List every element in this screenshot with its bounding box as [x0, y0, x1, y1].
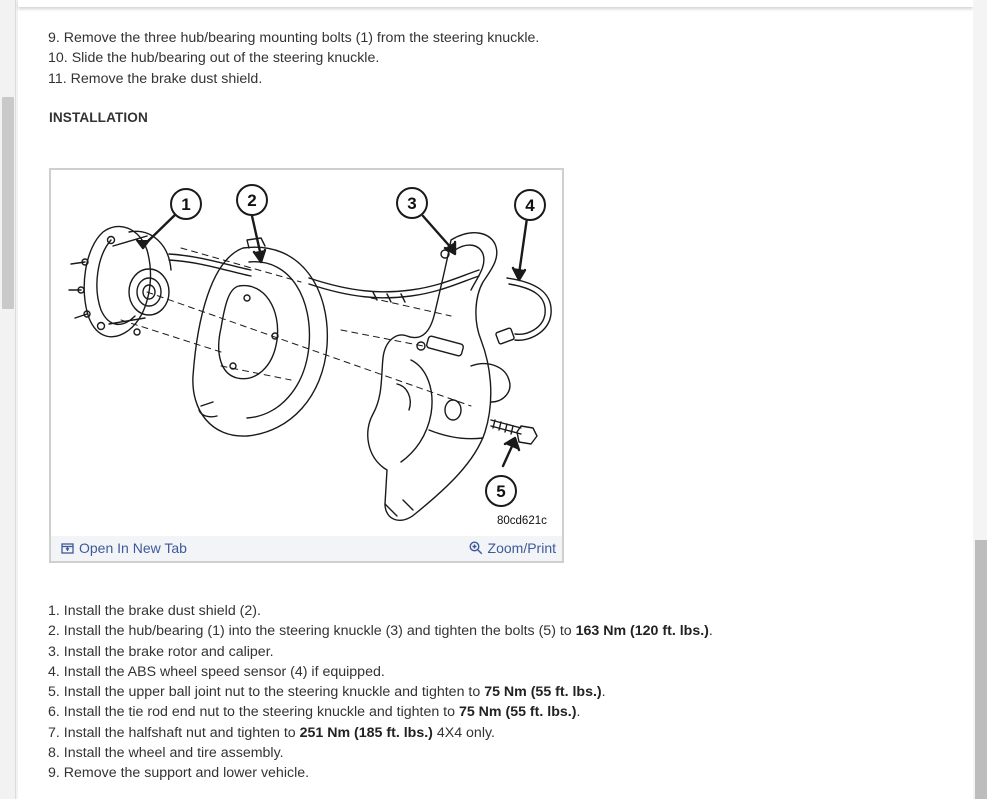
list-item: 2. Install the hub/bearing (1) into the … [48, 623, 713, 640]
removal-steps-list: 9. Remove the three hub/bearing mounting… [48, 28, 539, 89]
list-item: 11. Remove the brake dust shield. [48, 70, 263, 87]
list-item: 6. Install the tie rod end nut to the st… [48, 704, 581, 721]
list-item: 7. Install the halfshaft nut and tighten… [48, 724, 495, 741]
svg-text:3: 3 [407, 194, 416, 213]
installation-heading: INSTALLATION [49, 110, 148, 125]
open-in-new-tab-icon [61, 542, 74, 554]
list-item: 9. Remove the support and lower vehicle. [48, 765, 310, 782]
installation-steps-list: 1. Install the brake dust shield (2). 2.… [48, 601, 713, 784]
zoom-print-label: Zoom/Print [487, 540, 556, 556]
alignment-lines [120, 247, 472, 407]
installation-figure: 1 2 3 4 5 80cd621c Open In New Tab Zoom/… [49, 168, 564, 563]
list-item: 1. Install the brake dust shield (2). [48, 603, 261, 619]
list-item: 3. Install the brake rotor and caliper. [48, 643, 274, 660]
dust-shield-drawing [192, 237, 329, 437]
zoom-in-icon [469, 541, 482, 555]
svg-text:4: 4 [525, 196, 535, 215]
list-item: 4. Install the ABS wheel speed sensor (4… [48, 663, 385, 680]
top-bar [18, 0, 973, 7]
svg-text:1: 1 [181, 195, 190, 214]
figure-footer: Open In New Tab Zoom/Print [51, 536, 562, 561]
right-scrollbar-thumb[interactable] [975, 540, 987, 799]
callout-leaders [135, 210, 529, 468]
list-item: 10. Slide the hub/bearing out of the ste… [48, 50, 380, 67]
callout-3: 3 [396, 187, 428, 219]
hub-bearing-diagram: 1 2 3 4 5 [68, 184, 552, 522]
open-in-new-tab-label: Open In New Tab [79, 540, 187, 556]
zoom-print-link[interactable]: Zoom/Print [469, 540, 556, 556]
steering-knuckle-drawing [367, 232, 511, 522]
list-item: 5. Install the upper ball joint nut to t… [48, 684, 606, 701]
left-divider [15, 0, 16, 799]
callout-2: 2 [236, 184, 268, 216]
callout-4: 4 [514, 189, 546, 221]
hub-bearing-drawing [68, 225, 172, 338]
list-item: 8. Install the wheel and tire assembly. [48, 745, 284, 762]
figure-id: 80cd621c [497, 515, 547, 527]
callout-1: 1 [170, 188, 202, 220]
svg-text:5: 5 [496, 482, 505, 501]
list-item: 9. Remove the three hub/bearing mounting… [48, 30, 540, 46]
open-in-new-tab-link[interactable]: Open In New Tab [61, 540, 187, 556]
abs-sensor-wire-drawing [168, 253, 552, 345]
callout-5: 5 [485, 475, 517, 507]
left-scrollbar-thumb[interactable] [2, 97, 14, 309]
svg-text:2: 2 [247, 191, 256, 210]
document-page: 9. Remove the three hub/bearing mounting… [18, 0, 973, 799]
